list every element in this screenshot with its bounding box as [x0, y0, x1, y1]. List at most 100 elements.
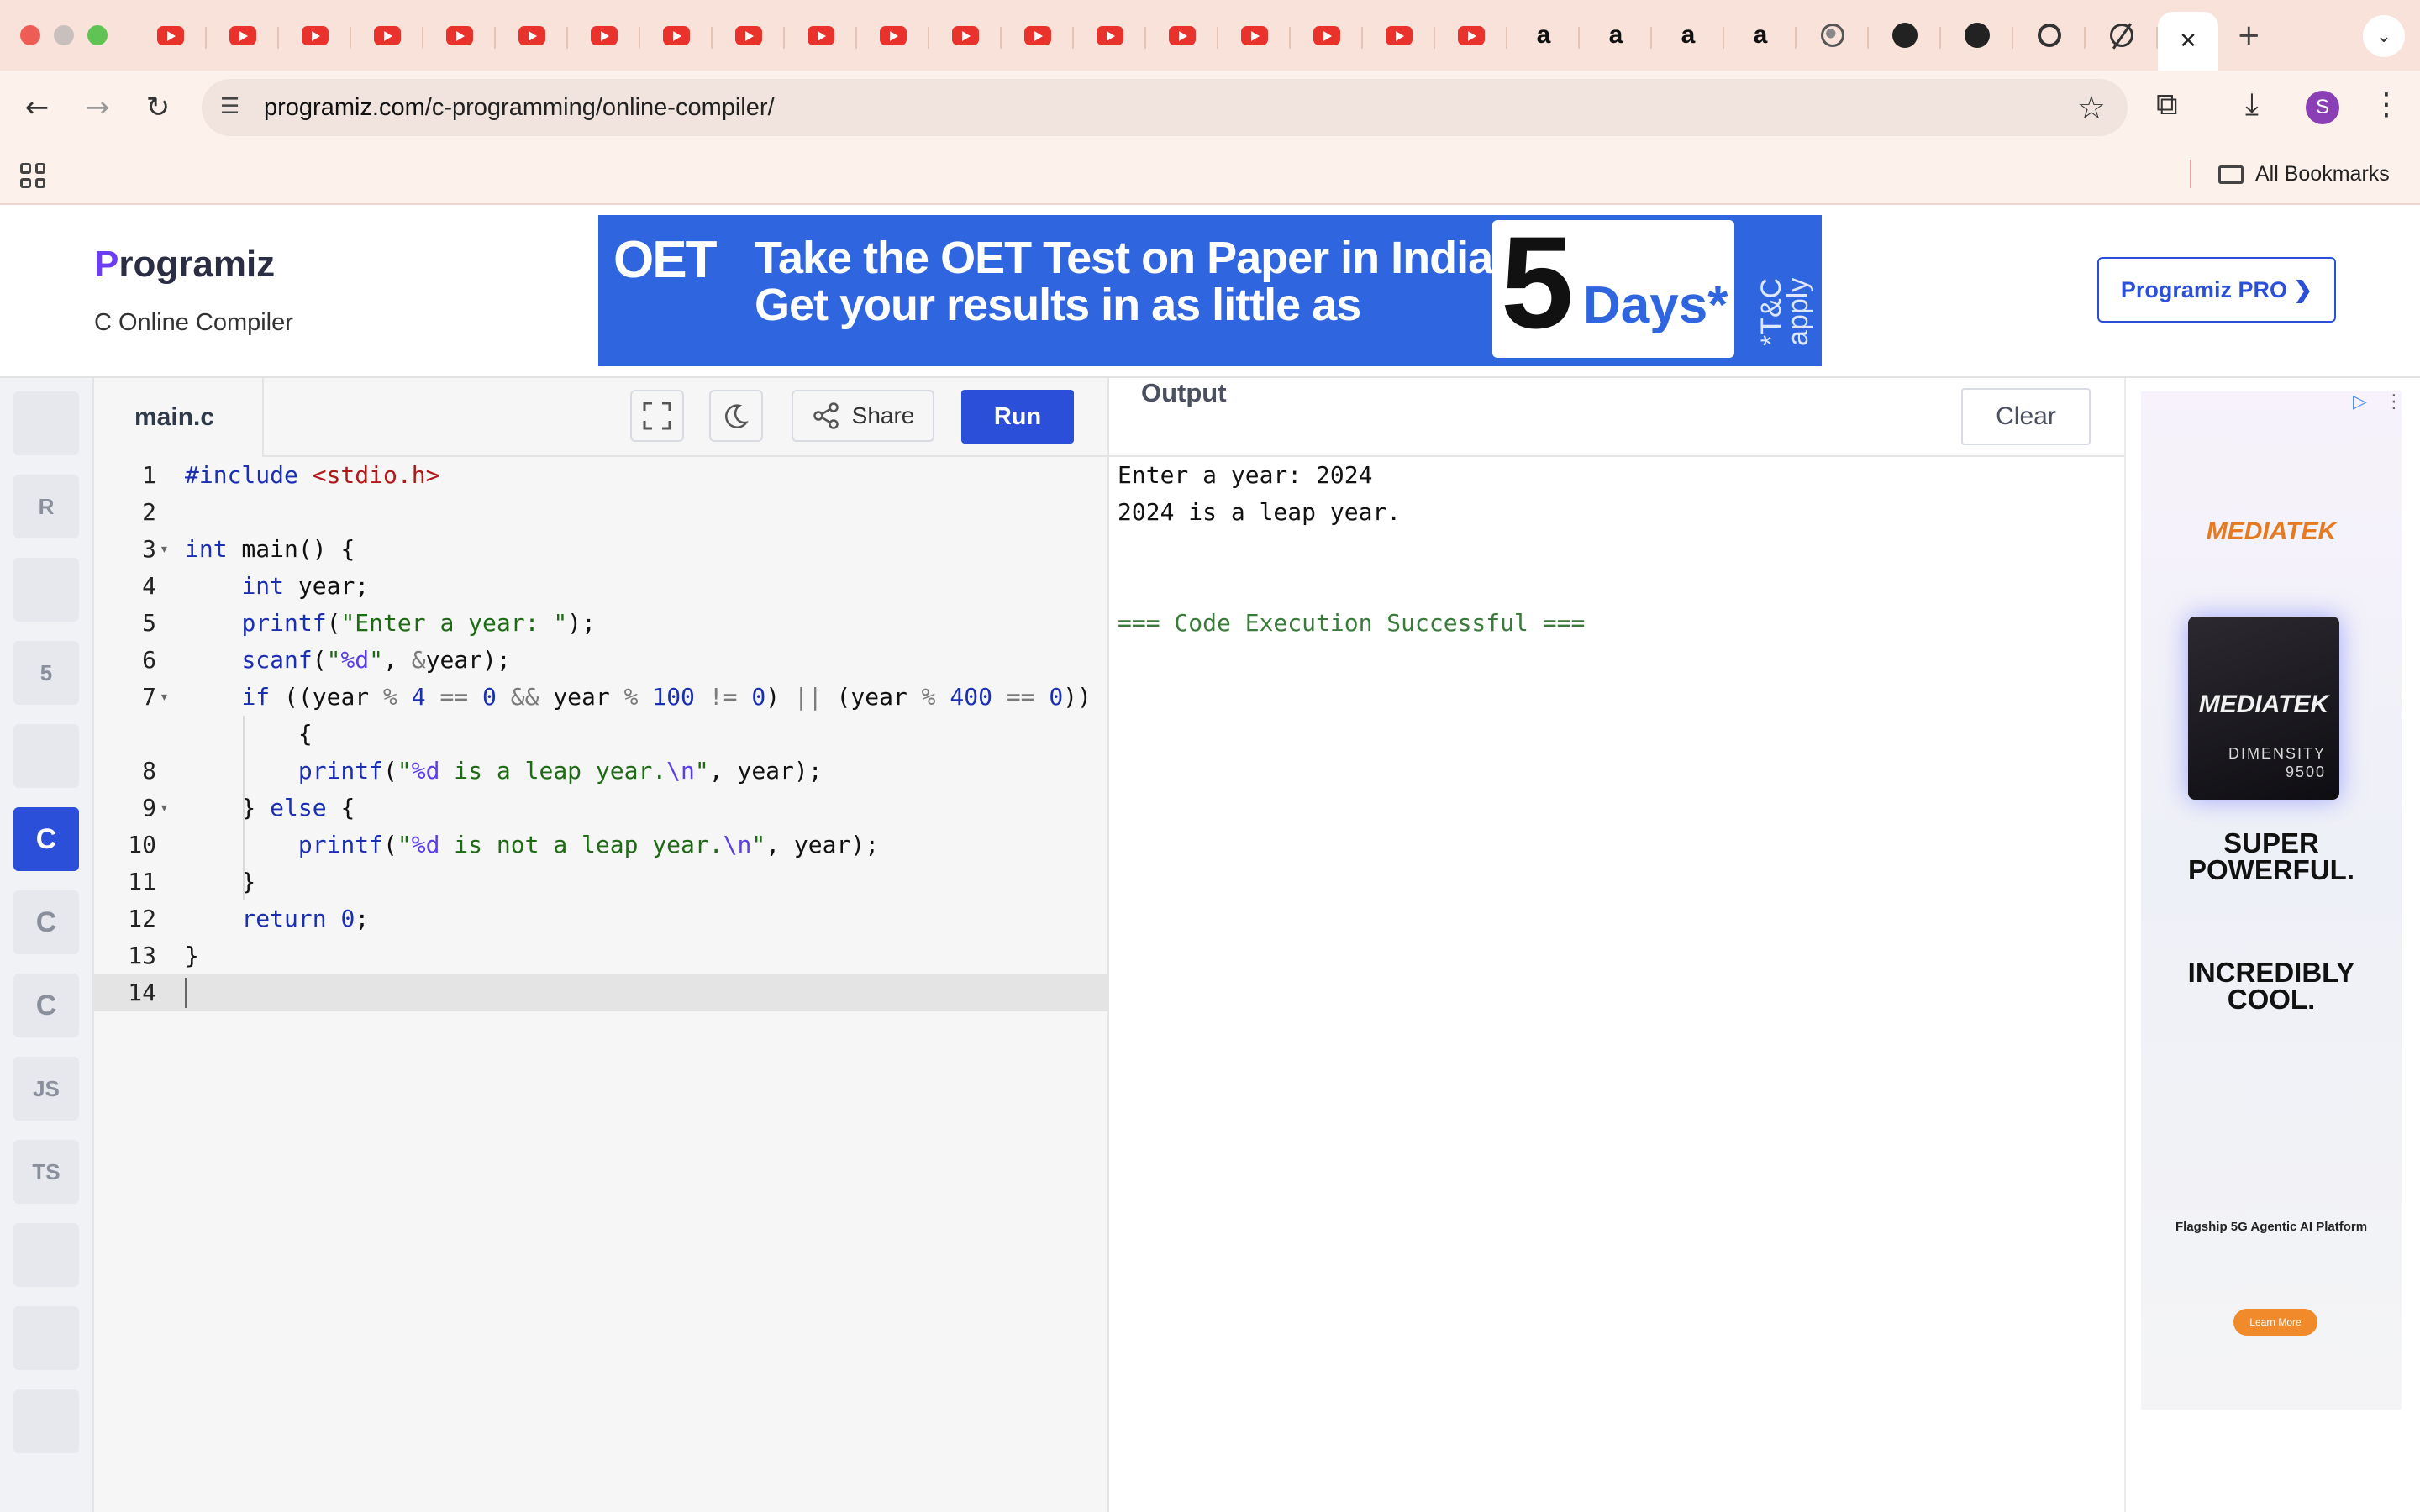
profile-avatar[interactable]: S	[2306, 91, 2339, 124]
file-tab-main-c[interactable]: main.c	[94, 378, 264, 457]
language-swift-icon[interactable]	[13, 1306, 79, 1370]
browser-tab[interactable]	[2086, 10, 2158, 60]
tab-search-button[interactable]: ⌄	[2363, 15, 2405, 57]
arrow-left-icon: ←	[24, 91, 50, 124]
language-typescript-icon[interactable]: TS	[13, 1140, 79, 1204]
reload-button[interactable]: ↻	[138, 87, 178, 128]
language-html-icon[interactable]: 5	[13, 641, 79, 705]
browser-tab[interactable]: a	[1652, 10, 1724, 60]
code-line[interactable]: 5 printf("Enter a year: ");	[94, 605, 1107, 642]
run-button[interactable]: Run	[961, 390, 1074, 444]
bookmark-star-icon[interactable]: ☆	[2077, 89, 2106, 126]
browser-tab[interactable]	[134, 10, 207, 60]
browser-tab[interactable]: a	[1580, 10, 1652, 60]
active-browser-tab[interactable]: ✕	[2158, 12, 2218, 71]
language-csharp-icon[interactable]: C	[13, 974, 79, 1037]
browser-tab[interactable]	[1074, 10, 1146, 60]
browser-menu-icon[interactable]: ⋮	[2371, 87, 2402, 122]
clear-button[interactable]: Clear	[1961, 388, 2091, 445]
browser-tab[interactable]	[785, 10, 857, 60]
url-text[interactable]: programiz.com/c-programming/online-compi…	[264, 79, 775, 136]
browser-tab[interactable]	[1941, 10, 2013, 60]
code-line[interactable]: 14	[94, 974, 1107, 1011]
fullscreen-button[interactable]	[630, 390, 684, 442]
dark-mode-button[interactable]	[709, 390, 763, 442]
browser-tab[interactable]	[1218, 10, 1291, 60]
minimize-window-button[interactable]	[54, 25, 74, 45]
browser-tab[interactable]: a	[1507, 10, 1580, 60]
browser-tab[interactable]: a	[1724, 10, 1797, 60]
code-line[interactable]: 7 ▾ if ((year % 4 == 0 && year % 100 != 0…	[94, 679, 1107, 716]
programiz-pro-button[interactable]: Programiz PRO ❯	[2097, 257, 2336, 323]
browser-tab[interactable]	[2013, 10, 2086, 60]
line-number: 5	[142, 609, 156, 637]
code-line[interactable]: 1 #include <stdio.h>	[94, 457, 1107, 494]
browser-tab[interactable]	[929, 10, 1002, 60]
close-window-button[interactable]	[20, 25, 40, 45]
code-line[interactable]: 4 int year;	[94, 568, 1107, 605]
browser-tab[interactable]	[1797, 10, 1869, 60]
language-rust-icon[interactable]	[13, 1389, 79, 1453]
output-console[interactable]: Enter a year: 2024 2024 is a leap year. ==…	[1118, 457, 1585, 642]
browser-tab[interactable]	[1869, 10, 1941, 60]
apps-grid-icon[interactable]	[20, 163, 45, 188]
code-line[interactable]: 12 return 0;	[94, 900, 1107, 937]
maximize-window-button[interactable]	[87, 25, 108, 45]
fold-toggle-icon[interactable]: ▾	[160, 790, 169, 827]
code-line[interactable]: {	[94, 716, 1107, 753]
browser-tab[interactable]	[640, 10, 713, 60]
code-line[interactable]: 8 printf("%d is a leap year.\n", year);	[94, 753, 1107, 790]
browser-tab[interactable]	[424, 10, 496, 60]
adchoices-icon[interactable]: ▷	[2353, 391, 2367, 412]
browser-tab[interactable]	[1291, 10, 1363, 60]
code-line[interactable]: 9 ▾ } else {	[94, 790, 1107, 827]
back-button[interactable]: ←	[17, 87, 57, 128]
code-line[interactable]: 2	[94, 494, 1107, 531]
extensions-icon[interactable]: ⧉	[2156, 87, 2178, 123]
code-line[interactable]: 3 ▾ int main() {	[94, 531, 1107, 568]
browser-tab[interactable]	[351, 10, 424, 60]
browser-tab[interactable]	[1363, 10, 1435, 60]
ad-menu-icon[interactable]: ⋮	[2385, 391, 2403, 412]
share-button[interactable]: Share	[792, 390, 934, 442]
code-line[interactable]: 13}	[94, 937, 1107, 974]
language-python-icon[interactable]	[13, 391, 79, 455]
side-ad[interactable]: MEDIATEK MEDIATEK DIMENSITY 9500 SUPER POW…	[2124, 378, 2420, 1512]
language-sql-icon[interactable]	[13, 558, 79, 622]
browser-tab[interactable]	[1435, 10, 1507, 60]
learn-more-button[interactable]: Learn More	[2233, 1309, 2317, 1336]
line-number: 3	[142, 535, 156, 563]
side-ad-creative[interactable]: MEDIATEK MEDIATEK DIMENSITY 9500 SUPER POW…	[2141, 391, 2402, 1410]
language-javascript-icon[interactable]: JS	[13, 1057, 79, 1121]
browser-tab[interactable]	[857, 10, 929, 60]
language-cpp-icon[interactable]: C	[13, 890, 79, 954]
language-go-icon[interactable]	[13, 1223, 79, 1287]
browser-tab[interactable]	[1002, 10, 1074, 60]
download-icon[interactable]: ⤓	[2245, 87, 2259, 123]
all-bookmarks-button[interactable]: All Bookmarks	[2218, 144, 2390, 203]
site-settings-icon[interactable]: ☰	[220, 94, 247, 121]
amazon-icon: a	[1536, 21, 1551, 49]
language-c-icon[interactable]: C	[13, 807, 79, 871]
browser-tab[interactable]	[279, 10, 351, 60]
language-r-icon[interactable]: R	[13, 475, 79, 538]
close-tab-icon[interactable]: ✕	[2179, 29, 2197, 54]
address-bar[interactable]: ☰ programiz.com/c-programming/online-com…	[202, 79, 2128, 136]
code-token: #include	[185, 461, 313, 489]
fold-toggle-icon[interactable]: ▾	[160, 531, 169, 568]
code-line[interactable]: 6 scanf("%d", &year);	[94, 642, 1107, 679]
banner-ad[interactable]: OET Take the OET Test on Paper in India.…	[598, 215, 1822, 366]
language-java-icon[interactable]	[13, 724, 79, 788]
code-line[interactable]: 11 }	[94, 864, 1107, 900]
programiz-logo[interactable]: Programiz	[94, 244, 275, 286]
fold-toggle-icon[interactable]: ▾	[160, 679, 169, 716]
forward-button[interactable]: →	[77, 87, 118, 128]
browser-tab[interactable]	[713, 10, 785, 60]
browser-tab[interactable]	[568, 10, 640, 60]
code-line[interactable]: 10 printf("%d is not a leap year.\n", ye…	[94, 827, 1107, 864]
browser-tab[interactable]	[1146, 10, 1218, 60]
new-tab-button[interactable]: +	[2237, 18, 2261, 52]
code-area[interactable]: 1 #include <stdio.h> 2 3 ▾ int main() {4 int …	[94, 457, 1107, 1011]
browser-tab[interactable]	[207, 10, 279, 60]
browser-tab[interactable]	[496, 10, 568, 60]
